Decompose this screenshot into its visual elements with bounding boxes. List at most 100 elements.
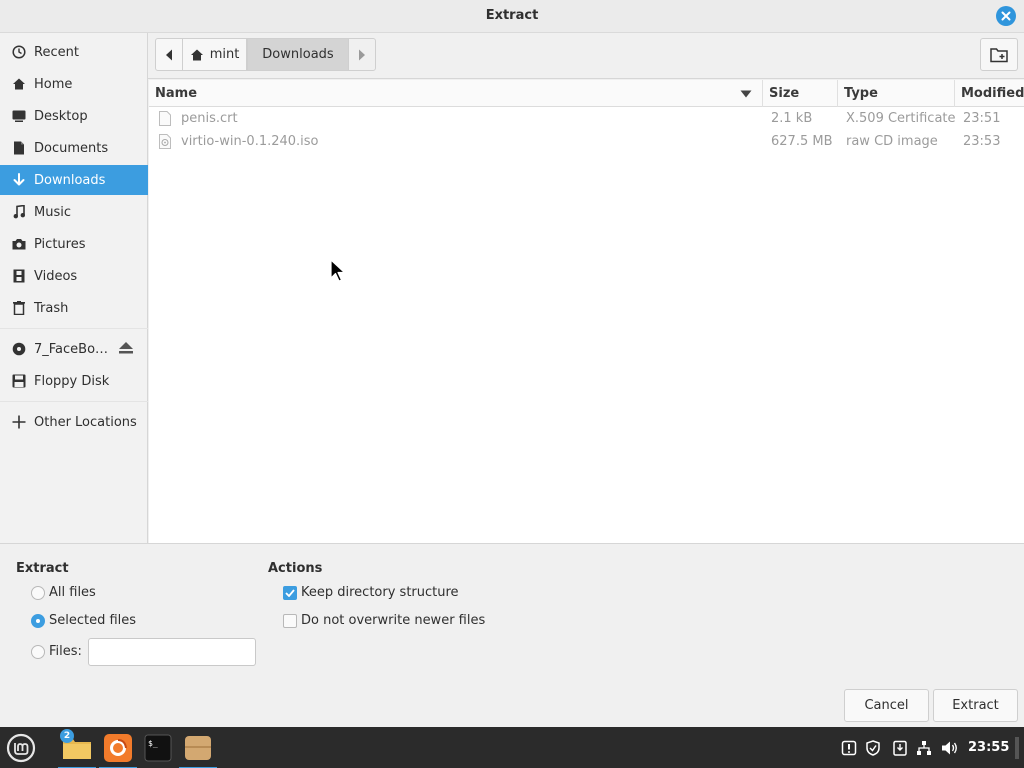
selected-files-label: Selected files: [49, 613, 137, 628]
cancel-button[interactable]: Cancel: [844, 689, 929, 722]
taskbar-archive-manager-app[interactable]: [179, 731, 217, 768]
menu-button[interactable]: [2, 731, 40, 765]
keep-structure-checkbox[interactable]: Keep directory structure: [283, 585, 459, 600]
path-segment-label: mint: [209, 47, 240, 62]
taskbar-files-app[interactable]: 2: [58, 729, 96, 768]
radio-button[interactable]: [31, 644, 45, 659]
desktop-icon: [10, 108, 28, 124]
radio-button[interactable]: [31, 585, 45, 600]
taskbar-firefox-app[interactable]: [99, 731, 137, 768]
sidebar-item-pictures[interactable]: Pictures: [0, 229, 148, 259]
file-modified: 23:51: [963, 111, 1001, 126]
archive-icon: [185, 736, 211, 760]
file-size: 627.5 MB: [771, 134, 833, 149]
no-overwrite-label: Do not overwrite newer files: [301, 613, 486, 628]
no-overwrite-checkbox[interactable]: Do not overwrite newer files: [283, 613, 485, 628]
sidebar-item-label: Other Locations: [34, 414, 137, 430]
sort-descending-icon: [740, 90, 752, 98]
camera-icon: [10, 236, 28, 252]
sidebar-item-videos[interactable]: Videos: [0, 261, 148, 291]
path-back-button[interactable]: [155, 38, 183, 71]
file-list: Name Size Type Modified penis.crt 2.1 kB…: [149, 80, 1024, 543]
sidebar-item-label: Videos: [34, 268, 78, 284]
extract-heading: Extract: [16, 561, 69, 576]
tray-update-icon[interactable]: [840, 739, 858, 757]
column-label: Size: [769, 86, 800, 101]
file-size: 2.1 kB: [771, 111, 813, 126]
sidebar-item-downloads[interactable]: Downloads: [0, 165, 148, 195]
title-bar: Extract: [0, 0, 1024, 33]
column-header-modified[interactable]: Modified: [955, 80, 1024, 107]
sidebar-item-music[interactable]: Music: [0, 197, 148, 227]
checkbox[interactable]: [283, 613, 297, 628]
extract-options-panel: Extract All files Selected files Files: …: [0, 543, 1024, 727]
checkbox-checked[interactable]: [283, 585, 297, 600]
close-button[interactable]: [996, 6, 1016, 26]
column-header-name[interactable]: Name: [149, 80, 763, 107]
files-pattern-input[interactable]: [88, 638, 256, 666]
tray-volume-icon[interactable]: [941, 739, 959, 757]
sidebar-item-label: Home: [34, 76, 73, 92]
eject-icon[interactable]: [118, 341, 134, 359]
files-label: Files:: [49, 644, 82, 659]
path-segment-label: Downloads: [262, 47, 334, 62]
actions-heading: Actions: [268, 561, 323, 576]
clock-icon: [10, 44, 28, 60]
taskbar-terminal-app[interactable]: $_: [139, 731, 177, 765]
new-folder-button[interactable]: [980, 38, 1018, 71]
sidebar-item-floppy[interactable]: Floppy Disk: [0, 366, 148, 396]
sidebar-item-other-locations[interactable]: Other Locations: [0, 407, 148, 437]
selected-files-radio[interactable]: Selected files: [31, 613, 136, 628]
file-list-header: Name Size Type Modified: [149, 80, 1024, 107]
trash-icon: [10, 300, 28, 316]
sidebar-separator: [0, 328, 148, 329]
file-name: penis.crt: [181, 111, 238, 126]
document-icon: [10, 140, 28, 156]
sidebar-item-home[interactable]: Home: [0, 69, 148, 99]
chevron-left-icon: [166, 49, 172, 60]
floppy-icon: [10, 373, 28, 389]
sidebar-item-label: 7_FaceBo…: [34, 341, 109, 357]
sidebar-item-label: Documents: [34, 140, 109, 156]
file-modified: 23:53: [963, 134, 1001, 149]
column-header-size[interactable]: Size: [763, 80, 838, 107]
sidebar-item-label: Desktop: [34, 108, 88, 124]
close-icon: [1001, 11, 1011, 21]
svg-text:$_: $_: [148, 739, 158, 748]
path-bar: mint Downloads: [148, 33, 1024, 79]
tray-network-icon[interactable]: [915, 739, 933, 757]
file-icon: [159, 107, 171, 130]
sidebar-item-trash[interactable]: Trash: [0, 293, 148, 323]
files-pattern-radio[interactable]: Files:: [31, 644, 82, 659]
radio-button-selected[interactable]: [31, 613, 45, 628]
sidebar-item-recent[interactable]: Recent: [0, 37, 148, 67]
tray-shield-icon[interactable]: [864, 739, 882, 757]
window-title: Extract: [485, 8, 539, 23]
path-segment-downloads[interactable]: Downloads: [247, 38, 349, 71]
sidebar-item-label: Trash: [34, 300, 69, 316]
music-icon: [10, 204, 28, 220]
plus-icon: [10, 414, 28, 430]
clock[interactable]: 23:55: [968, 740, 1009, 755]
keep-structure-label: Keep directory structure: [301, 585, 459, 600]
places-sidebar: Recent Home Desktop Documents Downloads …: [0, 33, 148, 543]
mouse-pointer-icon: [330, 259, 346, 282]
file-type: raw CD image: [846, 134, 938, 149]
sidebar-item-disc[interactable]: 7_FaceBo…: [0, 334, 148, 364]
sidebar-item-desktop[interactable]: Desktop: [0, 101, 148, 131]
all-files-radio[interactable]: All files: [31, 585, 96, 600]
disc-icon: [10, 341, 28, 357]
file-row[interactable]: virtio-win-0.1.240.iso 627.5 MB raw CD i…: [149, 130, 1024, 153]
show-desktop-button[interactable]: [1015, 737, 1019, 759]
extract-button[interactable]: Extract: [933, 689, 1018, 722]
sidebar-item-documents[interactable]: Documents: [0, 133, 148, 163]
path-segment-mint[interactable]: mint: [182, 38, 247, 71]
disc-image-icon: [159, 130, 171, 153]
path-forward-button[interactable]: [348, 38, 376, 71]
all-files-label: All files: [49, 585, 96, 600]
film-icon: [10, 268, 28, 284]
file-name: virtio-win-0.1.240.iso: [181, 134, 319, 149]
file-row[interactable]: penis.crt 2.1 kB X.509 Certificate 23:51: [149, 107, 1024, 130]
column-header-type[interactable]: Type: [838, 80, 955, 107]
tray-clipboard-icon[interactable]: [891, 739, 909, 757]
